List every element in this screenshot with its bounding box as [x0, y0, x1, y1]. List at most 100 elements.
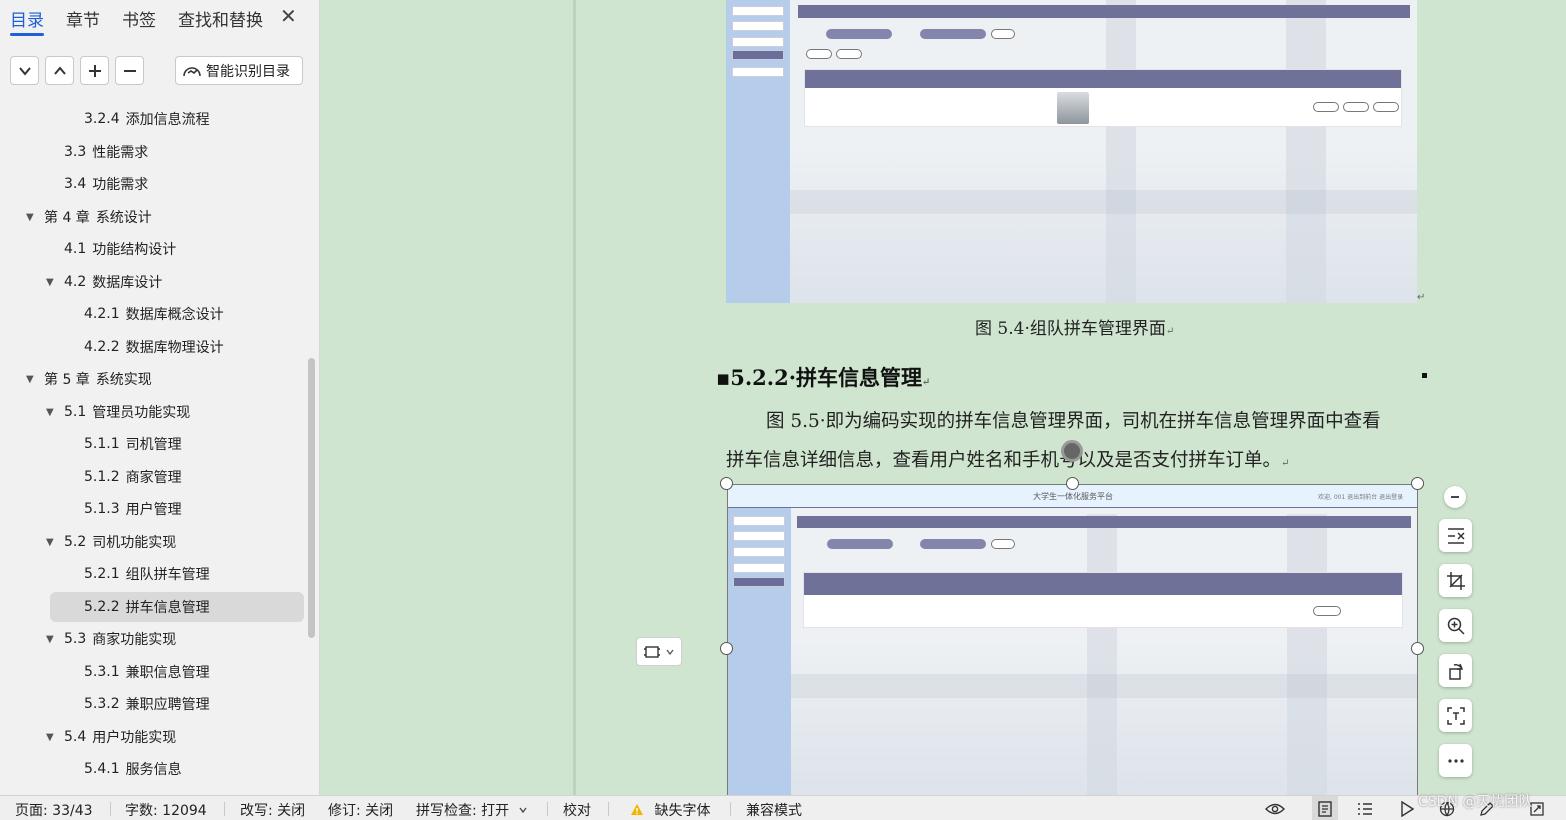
expand-triangle-icon[interactable]: ▼ — [46, 732, 56, 743]
mock-search-field — [826, 29, 892, 39]
proofread-button[interactable]: 校对 — [563, 800, 591, 820]
toc-text: 兼职信息管理 — [125, 665, 210, 681]
eye-protection-button[interactable] — [1262, 796, 1288, 820]
smart-toc-button[interactable]: 智能识别目录 — [175, 56, 303, 85]
mock-menu-item — [732, 67, 784, 77]
tab-bookmarks[interactable]: 书签 — [122, 6, 156, 31]
add-entry-button[interactable] — [80, 56, 109, 85]
expand-triangle-icon[interactable]: ▼ — [46, 634, 56, 645]
mock-search-field — [920, 29, 986, 39]
mock-table-header — [805, 70, 1401, 88]
crop-button[interactable] — [1439, 564, 1472, 597]
collapse-toolbar-button[interactable] — [1444, 486, 1466, 508]
expand-triangle-icon[interactable]: ▼ — [46, 277, 56, 288]
status-bar: 页面: 33/43 字数: 12094 改写: 关闭 修订: 关闭 拼写检查: … — [0, 795, 1566, 820]
toc-item[interactable]: 4.2.1 数据库概念设计 — [84, 299, 224, 329]
rotate-handle[interactable] — [1061, 440, 1083, 462]
toc-item[interactable]: 3.3 性能需求 — [64, 137, 148, 167]
toc-item[interactable]: ▼ 4.2 数据库设计 — [46, 267, 162, 297]
toc-item[interactable]: 5.3.2 兼职应聘管理 — [84, 689, 210, 719]
expand-triangle-icon[interactable]: ▼ — [46, 407, 56, 418]
toc-scrollbar[interactable] — [308, 358, 315, 638]
outline-view-icon — [1358, 802, 1372, 815]
mock-table-header — [804, 573, 1402, 595]
mock-search-field — [920, 539, 986, 549]
toc-item[interactable]: ▼ 第 5 章系统实现 — [26, 364, 152, 394]
toc-item[interactable]: ▼ 5.4 用户功能实现 — [46, 722, 176, 752]
toc-item[interactable]: 4.2.2 数据库物理设计 — [84, 332, 224, 362]
toc-item[interactable]: ▼ 5.1 管理员功能实现 — [46, 397, 190, 427]
figure-5-4-image[interactable] — [726, 0, 1417, 303]
close-icon[interactable]: ✕ — [280, 4, 297, 28]
mock-detail-button — [1313, 606, 1341, 616]
paragraph-mark: ↵ — [1165, 326, 1175, 337]
tab-chapters[interactable]: 章节 — [66, 6, 100, 31]
more-icon — [1447, 758, 1464, 763]
toc-number: 5.4.1 — [84, 761, 120, 777]
overwrite-mode[interactable]: 改写: 关闭 — [240, 800, 305, 820]
expand-triangle-icon[interactable]: ▼ — [46, 537, 56, 548]
toc-number: 4.2.2 — [84, 339, 120, 355]
page-indicator[interactable]: 页面: 33/43 — [15, 800, 93, 820]
toc-text: 添加信息流程 — [125, 112, 210, 128]
spell-check-status[interactable]: 拼写检查: 打开 — [416, 800, 528, 820]
compatibility-mode[interactable]: 兼容模式 — [746, 800, 802, 820]
missing-fonts-button[interactable]: 缺失字体 — [630, 800, 710, 820]
toc-item[interactable]: 5.3.1 兼职信息管理 — [84, 657, 210, 687]
toc-item[interactable]: 4.1 功能结构设计 — [64, 234, 176, 264]
toc-item[interactable]: 5.1.2 商家管理 — [84, 462, 182, 492]
chevron-down-icon — [519, 807, 527, 814]
outline-view-button[interactable] — [1352, 796, 1378, 820]
figure-5-5-image[interactable]: 大学生一体化服务平台 欢迎, 001 退出到前台 退出登录 — [727, 484, 1418, 796]
resize-handle[interactable] — [1411, 477, 1424, 490]
remove-entry-button[interactable] — [115, 56, 144, 85]
toc-text: 数据库设计 — [92, 275, 163, 291]
mock-breadcrumb-bar — [798, 5, 1410, 18]
text-wrap-icon — [1447, 527, 1465, 544]
toc-item[interactable]: 3.4 功能需求 — [64, 169, 148, 199]
toc-number: 5.1.2 — [84, 469, 120, 485]
text-wrap-button[interactable] — [1439, 519, 1472, 552]
mock-query-button — [991, 29, 1015, 39]
track-changes-status[interactable]: 修订: 关闭 — [328, 800, 393, 820]
toc-text: 系统设计 — [95, 210, 152, 226]
page-view-button[interactable] — [1312, 796, 1338, 820]
toc-number: 5.3 — [64, 631, 87, 647]
toc-item[interactable]: 3.2.4 添加信息流程 — [84, 104, 210, 134]
rotate-button[interactable] — [1439, 654, 1472, 687]
resize-handle[interactable] — [720, 642, 733, 655]
toc-number: 5.1 — [64, 404, 87, 420]
layout-options-button[interactable] — [636, 637, 682, 666]
resize-handle[interactable] — [1411, 642, 1424, 655]
toc-item[interactable]: 5.2.1 组队拼车管理 — [84, 559, 210, 589]
mock-menu-item — [733, 516, 785, 526]
paragraph-line: 拼车信息详细信息，查看用户姓名和手机号以及是否支付拼车订单。↵ — [726, 446, 1289, 472]
resize-handle[interactable] — [1066, 477, 1079, 490]
mock-data-table — [804, 69, 1402, 127]
zoom-in-button[interactable] — [1439, 609, 1472, 642]
collapse-up-button[interactable] — [45, 56, 74, 85]
mock-query-button — [991, 539, 1015, 549]
toc-item[interactable]: 5.4.1 服务信息 — [84, 754, 182, 784]
toc-item[interactable]: ▼ 第 4 章系统设计 — [26, 202, 152, 232]
expand-triangle-icon[interactable]: ▼ — [26, 212, 36, 223]
toc-item[interactable]: ▼ 5.3 商家功能实现 — [46, 624, 176, 654]
tab-toc[interactable]: 目录 — [10, 6, 44, 31]
warning-icon — [631, 804, 643, 815]
tab-find-replace[interactable]: 查找和替换 — [178, 6, 263, 31]
toc-item-selected[interactable]: 5.2.2 拼车信息管理 — [50, 592, 304, 622]
play-view-button[interactable] — [1394, 796, 1420, 820]
status-divider — [110, 802, 111, 816]
paragraph-mark: ↵ — [1281, 458, 1290, 469]
page-view-icon — [1318, 800, 1332, 817]
more-options-button[interactable] — [1439, 744, 1472, 777]
toc-item[interactable]: 5.1.1 司机管理 — [84, 429, 182, 459]
toc-item[interactable]: ▼ 5.2 司机功能实现 — [46, 527, 176, 557]
expand-triangle-icon[interactable]: ▼ — [26, 374, 36, 385]
toc-item[interactable]: 5.1.3 用户管理 — [84, 494, 182, 524]
expand-down-button[interactable] — [10, 56, 39, 85]
word-count[interactable]: 字数: 12094 — [125, 800, 207, 820]
resize-handle[interactable] — [720, 477, 733, 490]
extract-text-button[interactable] — [1439, 699, 1472, 732]
toc-number: 3.4 — [64, 176, 87, 192]
